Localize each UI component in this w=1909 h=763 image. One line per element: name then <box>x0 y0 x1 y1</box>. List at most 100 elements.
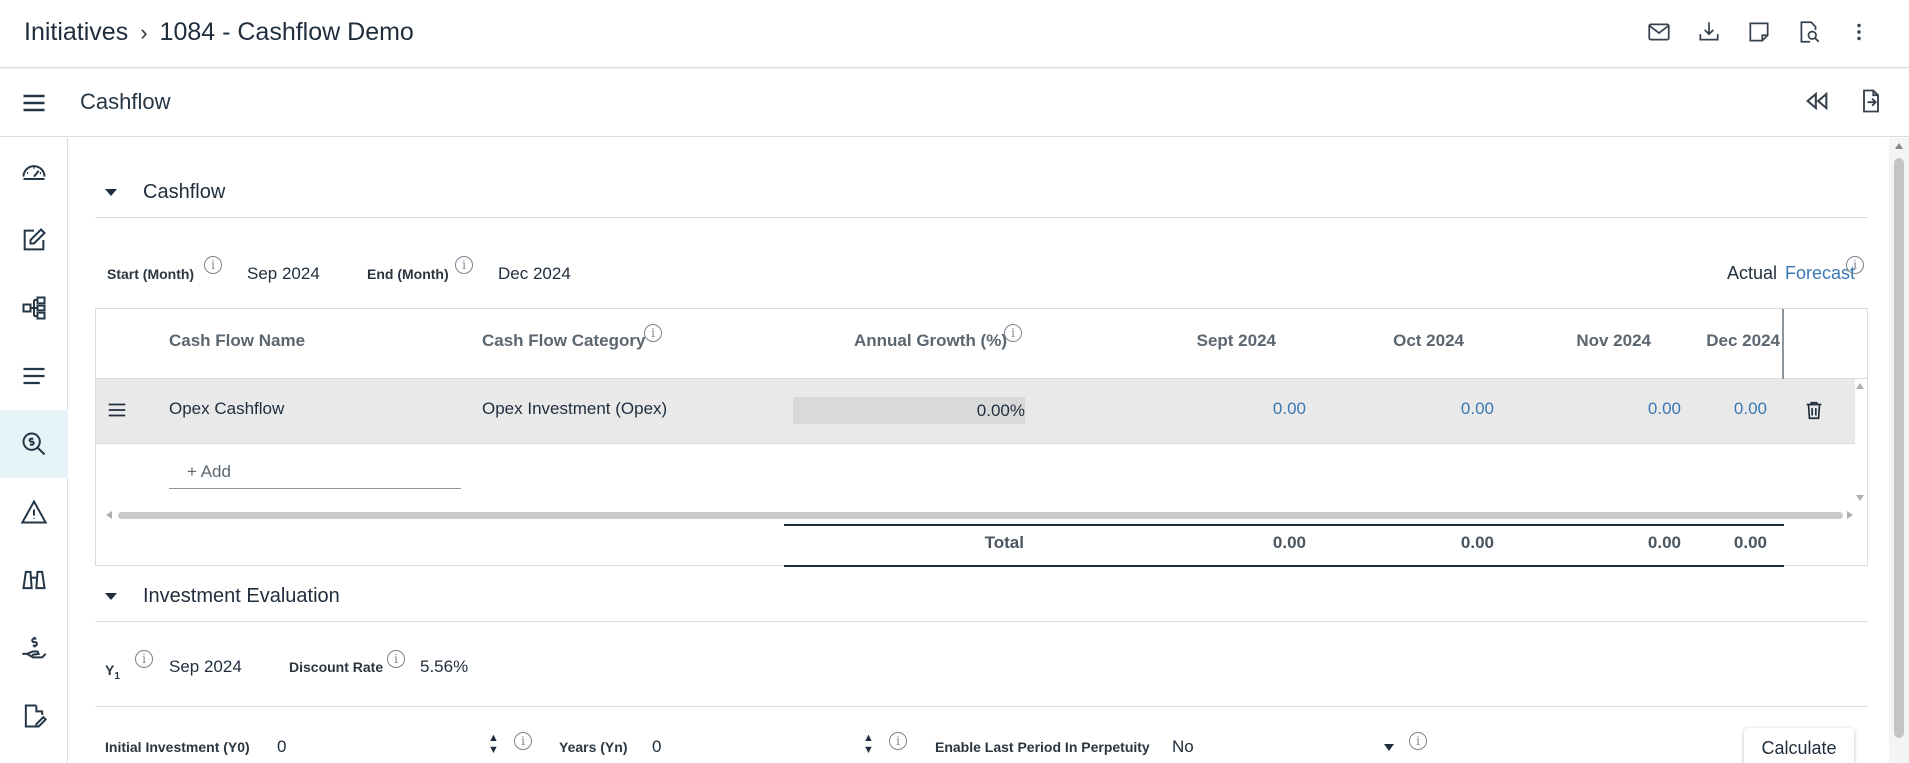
more-vertical-icon[interactable] <box>1845 18 1873 46</box>
dashboard-icon[interactable] <box>0 138 68 206</box>
info-icon[interactable]: i <box>387 650 405 668</box>
discount-rate-value[interactable]: 5.56% <box>420 657 468 677</box>
mail-icon[interactable] <box>1645 18 1673 46</box>
hand-money-icon[interactable] <box>0 614 68 682</box>
scroll-down-icon[interactable] <box>1856 495 1864 501</box>
col-header-growth[interactable]: Annual Growth (%) <box>854 331 1007 351</box>
row-growth-input[interactable]: 0.00% <box>793 397 1025 424</box>
page-scrollbar[interactable] <box>1889 138 1909 763</box>
breadcrumb-initiatives-link[interactable]: Initiatives <box>24 18 128 47</box>
info-icon[interactable]: i <box>1846 256 1864 274</box>
start-month-label: Start (Month) <box>107 266 195 282</box>
y1-label: Y1 <box>105 662 120 682</box>
info-icon[interactable]: i <box>514 732 532 750</box>
document-edit-icon[interactable] <box>0 682 68 750</box>
y1-value[interactable]: Sep 2024 <box>169 657 242 677</box>
total-oct-2024: 0.00 <box>1460 533 1494 552</box>
row-oct-2024-cell[interactable]: 0.00 <box>1364 399 1494 419</box>
sub-header: Cashflow <box>0 69 1909 137</box>
warning-icon[interactable] <box>0 478 68 546</box>
info-icon[interactable]: i <box>1004 324 1022 342</box>
add-cashflow-link[interactable]: + Add <box>187 462 231 482</box>
binoculars-icon[interactable] <box>0 546 68 614</box>
forecast-toggle[interactable]: Forecast <box>1785 263 1855 284</box>
caret-down-icon[interactable] <box>105 189 117 196</box>
end-month-value[interactable]: Dec 2024 <box>498 264 571 284</box>
col-header-category[interactable]: Cash Flow Category <box>482 331 645 351</box>
rewind-icon[interactable] <box>1803 87 1831 115</box>
export-icon[interactable] <box>1857 87 1885 115</box>
calculate-button[interactable]: Calculate <box>1744 728 1854 763</box>
end-month-label: End (Month) <box>367 266 449 282</box>
stepper-icon[interactable]: ▲ ▼ <box>488 732 499 756</box>
info-icon[interactable]: i <box>889 732 907 750</box>
info-icon[interactable]: i <box>204 256 222 274</box>
search-dollar-icon[interactable] <box>0 410 68 478</box>
left-nav-rail <box>0 138 68 763</box>
years-label: Years (Yn) <box>559 739 628 755</box>
drag-handle-icon[interactable] <box>106 399 128 421</box>
breadcrumb: Initiatives › 1084 - Cashflow Demo <box>24 18 414 47</box>
perpetuity-label: Enable Last Period In Perpetuity <box>935 739 1150 755</box>
row-name-cell[interactable]: Opex Cashflow <box>169 399 284 419</box>
col-header-nov-2024[interactable]: Nov 2024 <box>1521 331 1651 351</box>
table-row[interactable]: Opex Cashflow Opex Investment (Opex) 0.0… <box>96 379 1855 444</box>
info-icon[interactable]: i <box>1409 732 1427 750</box>
column-divider <box>1782 309 1784 379</box>
total-dec-2024: 0.00 <box>1733 533 1767 552</box>
col-header-name[interactable]: Cash Flow Name <box>169 331 305 351</box>
col-header-oct-2024[interactable]: Oct 2024 <box>1334 331 1464 351</box>
row-sept-2024-cell[interactable]: 0.00 <box>1176 399 1306 419</box>
total-sept-2024: 0.00 <box>1272 533 1306 552</box>
investment-evaluation-section-header[interactable]: Investment Evaluation <box>95 572 1868 622</box>
scroll-up-icon[interactable] <box>1895 143 1903 149</box>
cashflow-section-header[interactable]: Cashflow <box>95 168 1868 218</box>
main-content: Cashflow Start (Month) i Sep 2024 End (M… <box>69 138 1889 763</box>
top-header: Initiatives › 1084 - Cashflow Demo <box>0 0 1909 68</box>
cashflow-section-title: Cashflow <box>143 181 226 203</box>
scroll-thumb[interactable] <box>1894 158 1904 738</box>
scroll-right-icon[interactable] <box>1847 511 1853 519</box>
add-row-field[interactable]: + Add <box>169 459 461 489</box>
col-header-sept-2024[interactable]: Sept 2024 <box>1146 331 1276 351</box>
grid-header: Cash Flow Name Cash Flow Category i Annu… <box>96 309 1867 379</box>
discount-rate-label: Discount Rate <box>289 659 384 675</box>
info-icon[interactable]: i <box>135 650 153 668</box>
edit-icon[interactable] <box>0 206 68 274</box>
download-icon[interactable] <box>1695 18 1723 46</box>
info-icon[interactable]: i <box>455 256 473 274</box>
row-dec-2024-cell[interactable]: 0.00 <box>1637 399 1767 419</box>
investment-evaluation-title: Investment Evaluation <box>143 585 340 607</box>
years-input[interactable]: 0 <box>652 737 661 757</box>
grid-horizontal-scrollbar[interactable] <box>106 509 1855 521</box>
page-title: Cashflow <box>80 89 171 114</box>
col-header-dec-2024[interactable]: Dec 2024 <box>1650 331 1780 351</box>
note-icon[interactable] <box>1745 18 1773 46</box>
scroll-up-icon[interactable] <box>1856 383 1864 389</box>
scroll-left-icon[interactable] <box>106 511 112 519</box>
list-icon[interactable] <box>0 342 68 410</box>
actual-toggle[interactable]: Actual <box>1727 263 1777 284</box>
total-rule-top <box>784 524 1784 526</box>
total-rule-bottom <box>784 565 1784 567</box>
info-icon[interactable]: i <box>644 324 662 342</box>
breadcrumb-current: 1084 - Cashflow Demo <box>159 18 414 46</box>
menu-icon[interactable] <box>20 89 48 117</box>
divider <box>95 706 1868 707</box>
total-label: Total <box>984 533 1024 552</box>
preview-icon[interactable] <box>1795 18 1823 46</box>
perpetuity-select[interactable]: No <box>1172 737 1194 757</box>
trash-icon[interactable] <box>1803 399 1825 421</box>
row-category-cell[interactable]: Opex Investment (Opex) <box>482 399 667 419</box>
chevron-right-icon: › <box>140 19 148 45</box>
caret-down-icon[interactable] <box>105 593 117 600</box>
initial-investment-label: Initial Investment (Y0) <box>105 739 250 755</box>
cashflow-grid: Cash Flow Name Cash Flow Category i Annu… <box>95 308 1868 567</box>
start-month-value[interactable]: Sep 2024 <box>247 264 320 284</box>
hierarchy-icon[interactable] <box>0 274 68 342</box>
grid-vertical-scrollbar[interactable] <box>1853 379 1867 509</box>
chevron-down-icon[interactable] <box>1384 744 1394 751</box>
scroll-thumb[interactable] <box>118 512 1843 519</box>
stepper-icon[interactable]: ▲ ▼ <box>863 732 874 756</box>
initial-investment-input[interactable]: 0 <box>277 737 286 757</box>
